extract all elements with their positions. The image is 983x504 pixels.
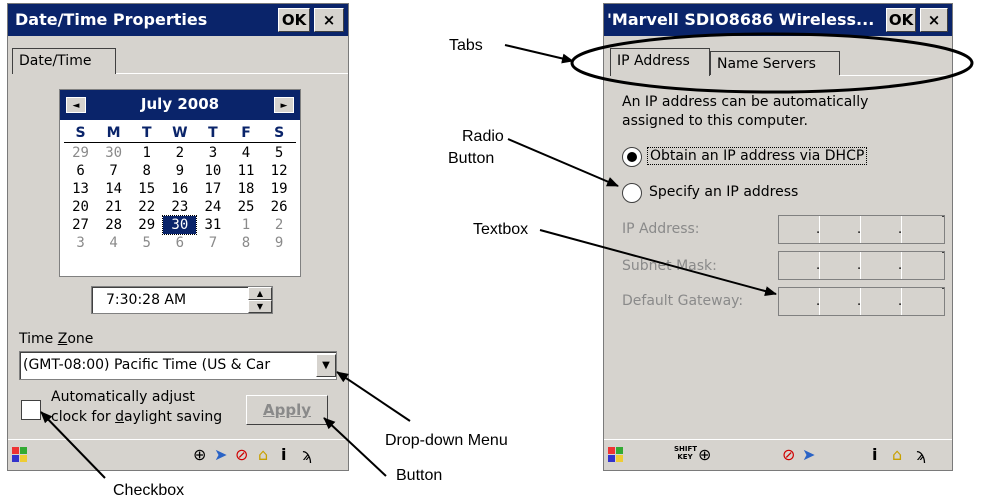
- annotation-button: Button: [396, 467, 443, 484]
- dropdown-arrow: [336, 371, 411, 422]
- checkbox-arrow: [40, 411, 106, 479]
- annotation-dropdown: Drop-down Menu: [385, 432, 508, 449]
- button-arrow: [323, 417, 387, 477]
- annotation-textbox: Textbox: [473, 221, 529, 238]
- annotation-radio-line1: Radio: [462, 128, 504, 145]
- annotation-checkbox: Checkbox: [113, 482, 185, 499]
- annotation-overlay: [40, 32, 974, 479]
- annotation-radio-line2: Button: [448, 150, 495, 167]
- tabs-arrow: [504, 44, 574, 64]
- tab-ip-address[interactable]: IP Address: [610, 48, 710, 76]
- tab-datetime[interactable]: Date/Time: [12, 48, 116, 74]
- annotation-tabs: Tabs: [449, 37, 483, 54]
- textbox-arrow: [539, 229, 777, 296]
- radio-arrow: [507, 138, 619, 187]
